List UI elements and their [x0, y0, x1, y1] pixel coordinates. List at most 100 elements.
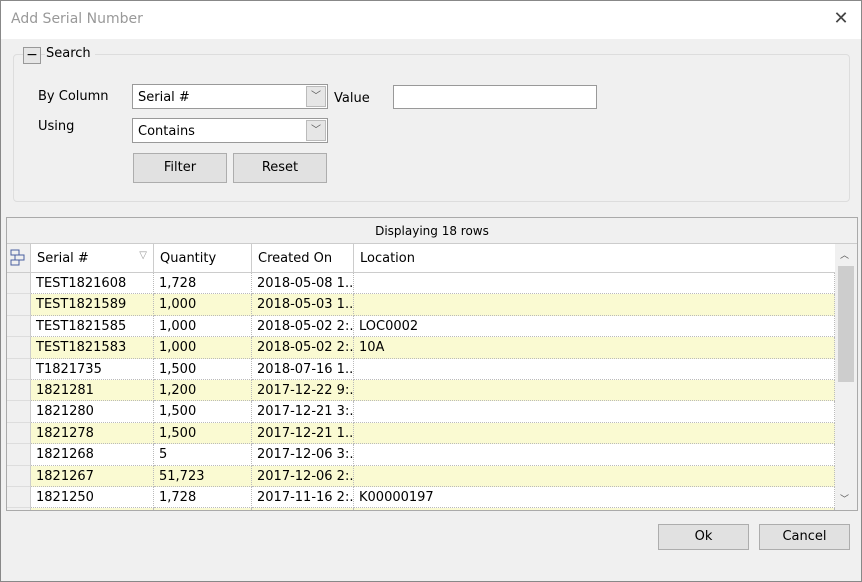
- table-cell: [354, 422, 835, 445]
- window-title: Add Serial Number: [11, 11, 143, 27]
- value-input[interactable]: [393, 85, 597, 109]
- table-row[interactable]: TEST1821583 1,000 2018-05-02 2:... 10A: [7, 337, 835, 359]
- table-cell: [31, 508, 154, 510]
- table-cell: LOC0002: [354, 315, 835, 338]
- row-selector[interactable]: [7, 358, 31, 380]
- table-cell: K00000197: [354, 487, 835, 509]
- table-cell: 1,500: [154, 401, 252, 423]
- table-row[interactable]: [7, 508, 835, 510]
- table-row[interactable]: 1821278 1,500 2017-12-21 1...: [7, 422, 835, 445]
- table-cell: 1821280: [31, 401, 154, 423]
- table-row[interactable]: 1821250 1,728 2017-11-16 2:... K00000197: [7, 487, 835, 509]
- column-label: Serial #: [37, 251, 89, 266]
- table-cell: [354, 465, 835, 487]
- table-cell: [154, 508, 252, 510]
- table-cell: TEST1821589: [31, 294, 154, 316]
- filter-button[interactable]: Filter: [133, 153, 227, 183]
- table-cell: 1,200: [154, 380, 252, 402]
- row-selector[interactable]: [7, 315, 31, 338]
- table-cell: 2017-12-06 2:...: [252, 465, 354, 487]
- table-cell: 2018-05-03 1...: [252, 294, 354, 316]
- by-column-value: Serial #: [138, 90, 190, 105]
- column-header-created-on[interactable]: Created On: [252, 244, 354, 272]
- table-cell: 1821267: [31, 465, 154, 487]
- table-row[interactable]: 1821280 1,500 2017-12-21 3:...: [7, 401, 835, 423]
- table-cell: [354, 358, 835, 380]
- table-row[interactable]: 1821281 1,200 2017-12-22 9:...: [7, 380, 835, 402]
- table-cell: TEST1821583: [31, 337, 154, 359]
- table-cell: 1821250: [31, 487, 154, 509]
- row-selector[interactable]: [7, 465, 31, 487]
- table-cell: 1821278: [31, 422, 154, 445]
- table-cell: 2017-12-22 9:...: [252, 380, 354, 402]
- row-selector[interactable]: [7, 508, 31, 510]
- using-value: Contains: [138, 124, 195, 139]
- table-row[interactable]: TEST1821589 1,000 2018-05-03 1...: [7, 294, 835, 316]
- table-row[interactable]: T1821735 1,500 2018-07-16 1...: [7, 358, 835, 380]
- table-cell: 2017-12-21 3:...: [252, 401, 354, 423]
- scroll-up-icon[interactable]: ︿: [840, 248, 849, 261]
- column-header-serial[interactable]: Serial # ▽: [31, 244, 154, 272]
- table-cell: 1,728: [154, 487, 252, 509]
- chevron-down-icon[interactable]: ﹀: [306, 120, 326, 141]
- scroll-down-icon[interactable]: ﹀: [840, 492, 849, 505]
- table-cell: 2018-05-02 2:...: [252, 315, 354, 338]
- row-count-status: Displaying 18 rows: [7, 218, 857, 244]
- using-select[interactable]: Contains ﹀: [132, 118, 328, 143]
- table-cell: 5: [154, 444, 252, 466]
- row-selector[interactable]: [7, 294, 31, 316]
- column-chooser-icon[interactable]: [7, 244, 31, 272]
- row-selector[interactable]: [7, 422, 31, 445]
- grid-header: Serial # ▽ Quantity Created On Location: [7, 244, 835, 273]
- table-cell: 1,000: [154, 337, 252, 359]
- table-cell: 1,000: [154, 294, 252, 316]
- search-group-label: Search: [45, 46, 95, 61]
- scrollbar-thumb[interactable]: [838, 266, 854, 382]
- row-selector[interactable]: [7, 444, 31, 466]
- table-cell: 1,000: [154, 315, 252, 338]
- table-cell: 2017-12-06 3:...: [252, 444, 354, 466]
- table-cell: 10A: [354, 337, 835, 359]
- cancel-button[interactable]: Cancel: [759, 524, 850, 550]
- table-cell: [354, 294, 835, 316]
- table-cell: 51,723: [154, 465, 252, 487]
- table-cell: 1,728: [154, 273, 252, 295]
- table-row[interactable]: 1821267 51,723 2017-12-06 2:...: [7, 465, 835, 487]
- vertical-scrollbar[interactable]: ︿ ﹀: [835, 244, 857, 510]
- table-cell: TEST1821608: [31, 273, 154, 295]
- by-column-label: By Column: [38, 89, 109, 104]
- by-column-select[interactable]: Serial # ﹀: [132, 84, 328, 109]
- column-header-location[interactable]: Location: [354, 244, 835, 272]
- table-cell: 2017-12-21 1...: [252, 422, 354, 445]
- table-cell: [354, 273, 835, 295]
- table-cell: TEST1821585: [31, 315, 154, 338]
- row-selector[interactable]: [7, 401, 31, 423]
- table-cell: 2018-05-02 2:...: [252, 337, 354, 359]
- table-cell: [354, 508, 835, 510]
- table-row[interactable]: TEST1821608 1,728 2018-05-08 1...: [7, 273, 835, 295]
- close-icon[interactable]: ✕: [829, 7, 853, 31]
- ok-button[interactable]: Ok: [658, 524, 749, 550]
- chevron-down-icon[interactable]: ﹀: [306, 86, 326, 107]
- table-cell: 2018-07-16 1...: [252, 358, 354, 380]
- table-cell: T1821735: [31, 358, 154, 380]
- table-cell: 1821268: [31, 444, 154, 466]
- table-row[interactable]: TEST1821585 1,000 2018-05-02 2:... LOC0002: [7, 315, 835, 338]
- row-selector[interactable]: [7, 380, 31, 402]
- title-bar: Add Serial Number ✕: [1, 1, 861, 39]
- table-cell: 2017-11-16 2:...: [252, 487, 354, 509]
- table-cell: [354, 444, 835, 466]
- value-label: Value: [334, 91, 370, 106]
- filter-icon[interactable]: ▽: [139, 250, 147, 261]
- serial-grid: Displaying 18 rows Serial # ▽ Quantity Cr…: [6, 217, 858, 511]
- collapse-button[interactable]: −: [23, 47, 41, 64]
- table-row[interactable]: 1821268 5 2017-12-06 3:...: [7, 444, 835, 466]
- row-selector[interactable]: [7, 487, 31, 509]
- using-label: Using: [38, 119, 75, 134]
- column-header-quantity[interactable]: Quantity: [154, 244, 252, 272]
- reset-button[interactable]: Reset: [233, 153, 327, 183]
- table-cell: 1,500: [154, 358, 252, 380]
- row-selector[interactable]: [7, 337, 31, 359]
- table-cell: 1821281: [31, 380, 154, 402]
- row-selector[interactable]: [7, 273, 31, 295]
